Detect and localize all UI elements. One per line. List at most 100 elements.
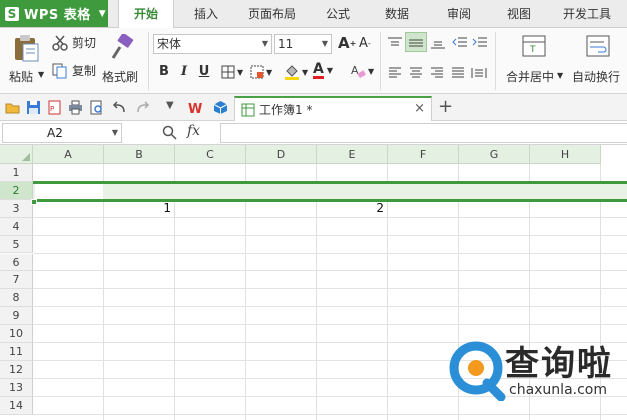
distribute-icon[interactable]	[471, 67, 487, 79]
svg-text:P: P	[50, 105, 54, 113]
eraser-icon: A	[351, 64, 366, 79]
select-all-corner[interactable]	[0, 145, 33, 164]
redo-icon[interactable]	[135, 100, 150, 115]
merge-center-button[interactable]: T 合并居中 ▼	[500, 32, 568, 90]
row-header-7[interactable]: 7	[0, 271, 33, 290]
row-header-6[interactable]: 6	[0, 253, 33, 272]
tab-home[interactable]: 开始	[118, 0, 174, 29]
column-header-a[interactable]: A	[33, 145, 104, 164]
clear-format-button[interactable]: A ▼	[350, 63, 374, 79]
grid-hline	[33, 234, 627, 236]
selected-row-highlight	[33, 180, 627, 202]
borders-icon	[221, 65, 235, 79]
active-cell[interactable]	[35, 183, 103, 199]
row-header-4[interactable]: 4	[0, 217, 33, 236]
grid-hline	[33, 324, 627, 326]
align-center-icon[interactable]	[409, 67, 423, 79]
row-header-8[interactable]: 8	[0, 289, 33, 308]
print-icon[interactable]	[68, 100, 83, 115]
align-bottom-icon[interactable]	[430, 36, 446, 50]
row-header-5[interactable]: 5	[0, 235, 33, 254]
tab-developer[interactable]: 开发工具	[554, 0, 620, 28]
font-size-select[interactable]: 11 ▼	[274, 34, 332, 54]
row-header-12[interactable]: 12	[0, 360, 33, 379]
align-right-icon[interactable]	[430, 67, 444, 79]
decrease-font-icon[interactable]: A-	[359, 36, 371, 51]
svg-text:A: A	[351, 64, 359, 77]
document-tab[interactable]: 工作簿1 * ×	[234, 96, 432, 121]
tab-view[interactable]: 视图	[494, 0, 544, 28]
folder-icon[interactable]	[5, 100, 20, 115]
italic-button[interactable]: I	[176, 64, 192, 79]
name-box[interactable]: A2 ▼	[2, 123, 122, 143]
chevron-down-icon: ▼	[326, 66, 333, 75]
new-tab-icon[interactable]: +	[438, 96, 453, 117]
paint-bucket-icon	[285, 65, 299, 80]
wps-cloud-icon[interactable]: W	[188, 100, 206, 115]
row-header-13[interactable]: 13	[0, 378, 33, 397]
row-header-3[interactable]: 3	[0, 199, 33, 218]
indent-increase-icon[interactable]	[472, 36, 488, 50]
cell-e3[interactable]: 2	[317, 200, 384, 218]
copy-button[interactable]: 复制	[52, 62, 96, 79]
merge-center-label: 合并居中	[506, 70, 555, 84]
format-painter-button[interactable]: 格式刷	[100, 32, 144, 90]
fill-pattern-button[interactable]: ▼	[250, 65, 272, 79]
merge-cells-icon: T	[522, 35, 546, 57]
row-header-2[interactable]: 2	[0, 181, 33, 200]
tab-data[interactable]: 数据	[372, 0, 422, 28]
align-top-icon[interactable]	[387, 36, 403, 50]
underline-button[interactable]: U	[196, 64, 212, 79]
font-color-button[interactable]: A ▼	[313, 62, 333, 79]
bold-button[interactable]: B	[156, 64, 172, 79]
tab-insert[interactable]: 插入	[178, 0, 234, 28]
watermark: 查询啦 chaxunla.com	[447, 336, 625, 418]
row-header-11[interactable]: 11	[0, 343, 33, 361]
export-pdf-icon[interactable]: P	[47, 100, 62, 115]
cell-b3[interactable]: 1	[104, 200, 171, 218]
chevron-down-icon[interactable]: ▼	[166, 100, 174, 111]
column-header-g[interactable]: G	[459, 145, 530, 164]
row-header-9[interactable]: 9	[0, 307, 33, 326]
svg-text:T: T	[529, 45, 536, 55]
save-icon[interactable]	[26, 100, 41, 115]
undo-icon[interactable]	[112, 100, 127, 115]
chevron-down-icon: ▼	[557, 71, 564, 80]
close-icon[interactable]: ×	[414, 101, 425, 116]
column-header-d[interactable]: D	[246, 145, 317, 164]
cell-reference: A2	[47, 126, 63, 140]
auto-wrap-button[interactable]: 自动换行	[572, 32, 626, 90]
chevron-down-icon: ▼	[266, 67, 273, 77]
column-header-f[interactable]: F	[388, 145, 459, 164]
brush-icon	[111, 34, 134, 59]
chevron-down-icon: ▼	[98, 8, 106, 19]
font-name-select[interactable]: 宋体 ▼	[153, 34, 272, 54]
tab-review[interactable]: 审阅	[434, 0, 484, 28]
print-preview-icon[interactable]	[89, 100, 104, 115]
formula-input[interactable]	[220, 123, 627, 143]
paste-button[interactable]: 粘贴 ▼	[6, 32, 48, 90]
row-header-14[interactable]: 14	[0, 396, 33, 415]
borders-button[interactable]: ▼	[221, 65, 243, 79]
column-header-e[interactable]: E	[317, 145, 388, 164]
column-header-b[interactable]: B	[104, 145, 175, 164]
indent-decrease-icon[interactable]	[452, 36, 468, 50]
tab-formulas[interactable]: 公式	[314, 0, 362, 28]
function-icon[interactable]: fx	[187, 123, 200, 139]
row-header-10[interactable]: 10	[0, 325, 33, 343]
cube-icon[interactable]	[213, 100, 228, 115]
increase-font-icon[interactable]: A +	[338, 34, 356, 52]
tab-page-layout[interactable]: 页面布局	[240, 0, 304, 28]
column-header-c[interactable]: C	[175, 145, 246, 164]
column-header-h[interactable]: H	[530, 145, 601, 164]
align-left-icon[interactable]	[388, 67, 402, 79]
fill-color-button[interactable]: ▼	[284, 64, 308, 80]
row-header-1[interactable]: 1	[0, 164, 33, 182]
app-menu-button[interactable]: S WPS 表格 ▼	[0, 0, 108, 27]
justify-icon[interactable]	[451, 67, 465, 79]
grid-hline	[33, 306, 627, 308]
scissors-icon	[52, 35, 68, 51]
fill-handle[interactable]	[31, 198, 37, 205]
cut-button[interactable]: 剪切	[52, 34, 96, 51]
zoom-search-icon[interactable]	[162, 125, 178, 141]
